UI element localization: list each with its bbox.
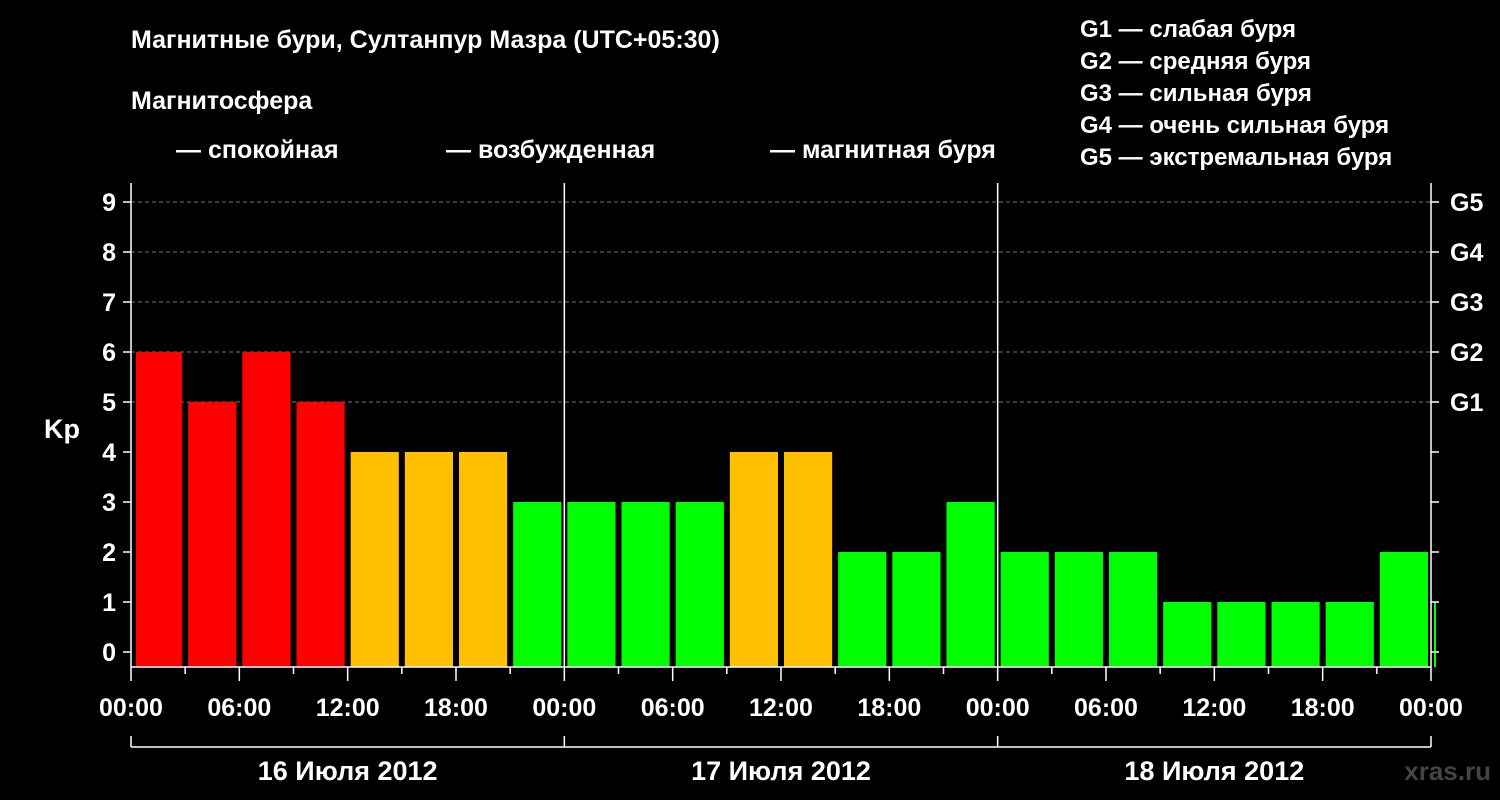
x-tick-label: 00:00 xyxy=(1399,694,1463,722)
y-tick-label: 5 xyxy=(102,389,116,417)
bar xyxy=(1217,602,1266,667)
plot-area: 0 1 2 3 4 5 6 7 8 9 G1 G2 G3 G4 G5 00:00 06:00 12:00 18:00… xyxy=(99,183,1483,786)
bar xyxy=(296,402,345,667)
legend-label-unsettled: — возбужденная xyxy=(446,136,655,164)
day-label: 18 Июля 2012 xyxy=(1124,756,1304,786)
day-label: 17 Июля 2012 xyxy=(691,756,871,786)
bar xyxy=(188,402,237,667)
day-label: 16 Июля 2012 xyxy=(258,756,438,786)
bar xyxy=(838,552,887,667)
storm-level-label: G1 xyxy=(1450,389,1483,417)
y-tick-label: 0 xyxy=(102,639,116,667)
y-tick-label: 7 xyxy=(102,289,116,317)
chart-title: Магнитные бури, Султанпур Мазра (UTC+05:… xyxy=(131,26,720,54)
storm-level-label: G5 xyxy=(1450,189,1483,217)
bar xyxy=(1379,552,1428,667)
watermark: xras.ru xyxy=(1404,756,1491,786)
kp-chart: Магнитные бури, Султанпур Мазра (UTC+05:… xyxy=(44,16,1491,786)
legend-swatch-unsettled xyxy=(401,134,433,166)
bar xyxy=(459,452,508,667)
legend-swatch-quiet xyxy=(131,134,163,166)
bar xyxy=(946,502,995,667)
bar xyxy=(784,452,833,667)
storm-level-label: G2 xyxy=(1450,339,1483,367)
storm-legend-g2: G2 — средняя буря xyxy=(1080,48,1311,75)
y-tick-label: 6 xyxy=(102,339,116,367)
bar xyxy=(729,452,778,667)
x-tick-label: 06:00 xyxy=(1074,694,1138,722)
legend-label-storm: — магнитная буря xyxy=(770,136,996,164)
bar xyxy=(1163,602,1212,667)
y-tick-label: 9 xyxy=(102,189,116,217)
storm-level-label: G4 xyxy=(1450,239,1483,267)
y-axis-label: Kp xyxy=(44,414,80,444)
bar xyxy=(1325,602,1374,667)
x-tick-label: 06:00 xyxy=(207,694,271,722)
y-tick-label: 2 xyxy=(102,539,116,567)
bar xyxy=(350,452,399,667)
bar xyxy=(404,452,453,667)
bar xyxy=(892,552,941,667)
storm-legend-g4: G4 — очень сильная буря xyxy=(1080,112,1389,139)
storm-legend-g1: G1 — слабая буря xyxy=(1080,16,1296,43)
bar xyxy=(1109,552,1158,667)
bar xyxy=(675,502,724,667)
bar xyxy=(1054,552,1103,667)
bar xyxy=(242,352,291,667)
y-tick-label: 8 xyxy=(102,239,116,267)
x-tick-label: 00:00 xyxy=(99,694,163,722)
x-tick-label: 00:00 xyxy=(966,694,1030,722)
legend-label-quiet: — спокойная xyxy=(176,136,339,164)
storm-legend-g5: G5 — экстремальная буря xyxy=(1080,144,1392,171)
bar xyxy=(621,502,670,667)
bar xyxy=(1271,602,1320,667)
bar xyxy=(1000,552,1049,667)
x-tick-label: 18:00 xyxy=(857,694,921,722)
x-tick-label: 12:00 xyxy=(316,694,380,722)
bar xyxy=(1434,602,1436,667)
y-tick-label: 4 xyxy=(102,439,116,467)
x-tick-label: 18:00 xyxy=(424,694,488,722)
x-tick-label: 18:00 xyxy=(1291,694,1355,722)
magnetosphere-legend-title: Магнитосфера xyxy=(131,87,313,115)
bar xyxy=(513,502,562,667)
bar xyxy=(136,352,183,667)
y-tick-label: 3 xyxy=(102,489,116,517)
y-tick-label: 1 xyxy=(102,589,116,617)
storm-level-label: G3 xyxy=(1450,289,1483,317)
x-tick-label: 00:00 xyxy=(532,694,596,722)
legend-swatch-storm xyxy=(725,134,757,166)
storm-legend-g3: G3 — сильная буря xyxy=(1080,80,1312,107)
x-tick-label: 12:00 xyxy=(749,694,813,722)
x-tick-label: 12:00 xyxy=(1182,694,1246,722)
bar xyxy=(567,502,616,667)
x-tick-label: 06:00 xyxy=(641,694,705,722)
